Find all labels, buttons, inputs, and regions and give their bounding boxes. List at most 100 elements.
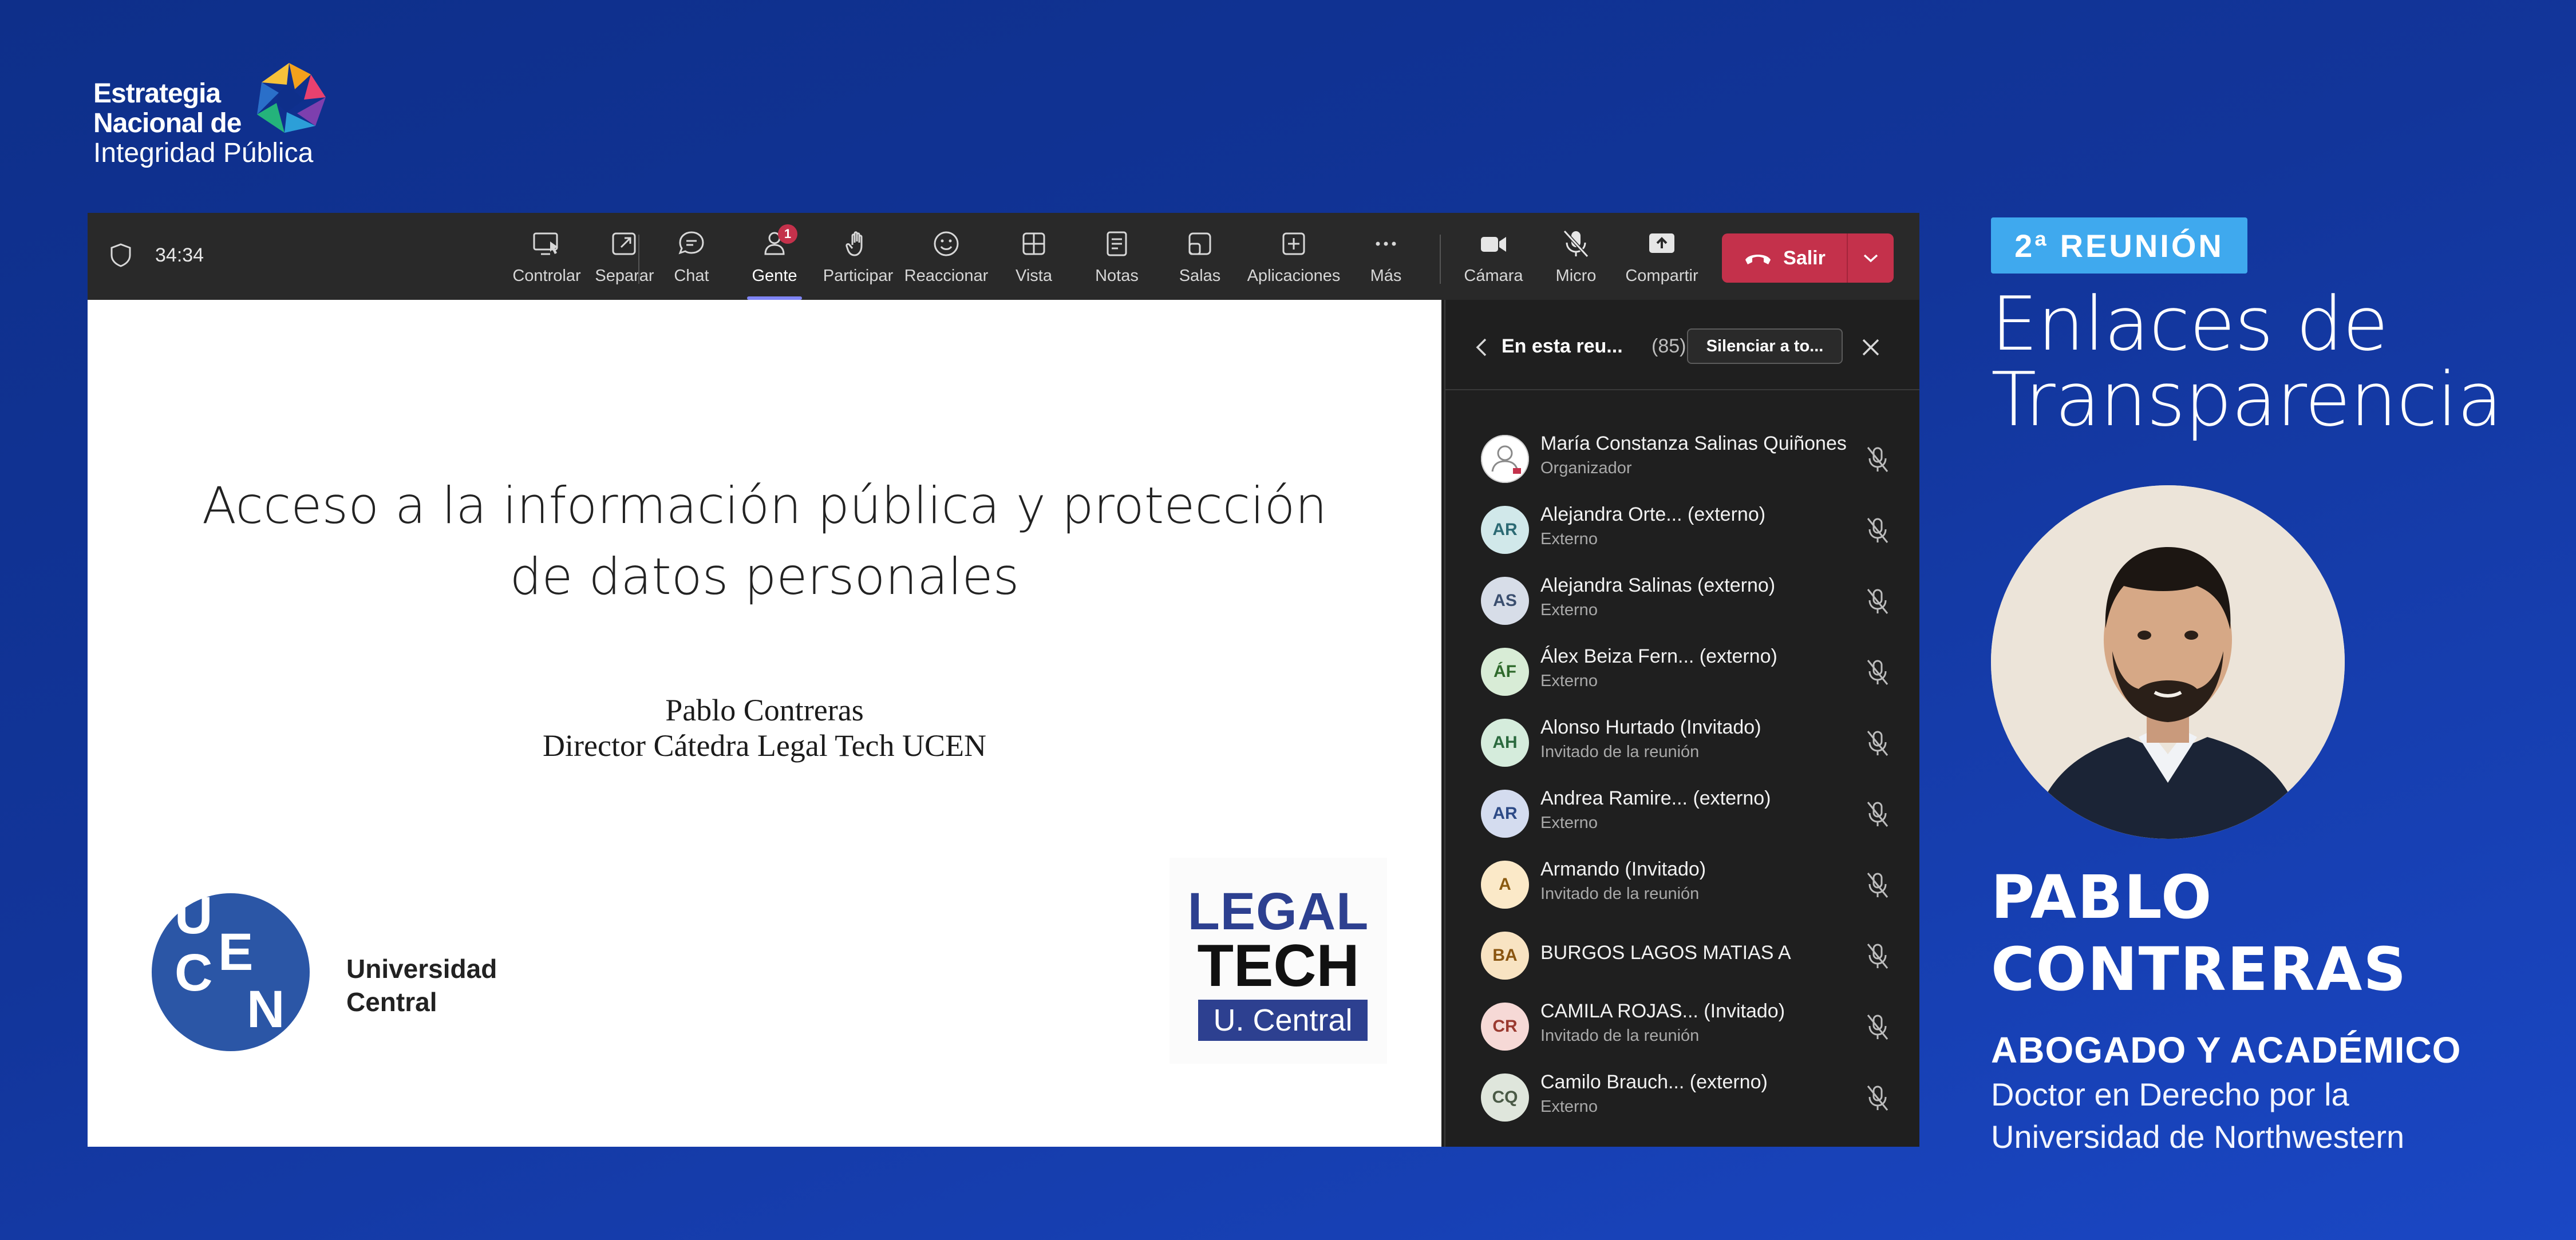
mic-off-icon[interactable] bbox=[1864, 516, 1891, 545]
participants-count: (85) bbox=[1652, 335, 1686, 357]
participant-name: Alonso Hurtado (Invitado) bbox=[1540, 716, 1761, 738]
avatar bbox=[1481, 435, 1529, 483]
mute-all-button[interactable]: Silenciar a to... bbox=[1687, 328, 1843, 364]
participant-row[interactable]: CQ Camilo Brauch... (externo) Externo bbox=[1445, 1065, 1919, 1136]
mic-off-icon[interactable] bbox=[1864, 1084, 1891, 1112]
grid-view-icon bbox=[1022, 232, 1045, 255]
participant-row[interactable]: AH Alonso Hurtado (Invitado) Invitado de l… bbox=[1445, 711, 1919, 782]
default-user-icon bbox=[1481, 435, 1529, 483]
svg-text:E: E bbox=[218, 923, 253, 981]
mic-off-icon[interactable] bbox=[1864, 658, 1891, 687]
participant-row[interactable]: A Armando (Invitado) Invitado de la reunió… bbox=[1445, 853, 1919, 924]
leave-button[interactable]: Salir bbox=[1722, 233, 1894, 283]
mic-off-icon[interactable] bbox=[1864, 871, 1891, 900]
mic-label: Micro bbox=[1555, 267, 1597, 285]
notes-button[interactable]: Notas bbox=[1077, 228, 1157, 291]
mic-button[interactable]: Micro bbox=[1536, 228, 1616, 291]
speaker-photo bbox=[1991, 485, 2345, 839]
participant-name: Camilo Brauch... (externo) bbox=[1540, 1071, 1768, 1093]
participant-role: Externo bbox=[1540, 672, 1598, 690]
ucen-logo: U C E N bbox=[152, 892, 310, 1051]
participant-role: Organizador bbox=[1540, 459, 1632, 477]
rooms-label: Salas bbox=[1179, 267, 1221, 285]
share-button[interactable]: Compartir bbox=[1622, 228, 1702, 291]
share-icon bbox=[1649, 233, 1674, 253]
avatar: AR bbox=[1481, 790, 1529, 838]
participants-panel: En esta reu... (85) Silenciar a to... Ma… bbox=[1444, 300, 1919, 1147]
speaker-description-line-1: Doctor en Derecho por la bbox=[1991, 1076, 2349, 1112]
session-title: Enlaces de Transparencia bbox=[1991, 280, 2503, 443]
participant-name: Alejandra Salinas (externo) bbox=[1540, 575, 1776, 596]
close-icon[interactable] bbox=[1859, 335, 1883, 359]
brand-line-3: Integridad Pública bbox=[93, 138, 314, 168]
participant-row[interactable]: ÁF Álex Beiza Fern... (externo) Externo bbox=[1445, 640, 1919, 711]
camera-button[interactable]: Cámara bbox=[1453, 228, 1534, 291]
participant-row[interactable]: BA BURGOS LAGOS MATIAS A bbox=[1445, 924, 1919, 995]
slide-author-title: Director Cátedra Legal Tech UCEN bbox=[543, 728, 986, 763]
add-apps-icon bbox=[1282, 232, 1305, 255]
leave-main[interactable]: Salir bbox=[1722, 233, 1848, 283]
slide-title: Acceso a la información pública y protec… bbox=[202, 476, 1327, 606]
rooms-button[interactable]: Salas bbox=[1160, 228, 1240, 291]
shield-icon[interactable] bbox=[109, 243, 132, 268]
mic-off-icon[interactable] bbox=[1864, 729, 1891, 758]
meeting-window: 34:34 Controlar Separar Chat 1 Gente Par… bbox=[88, 213, 1919, 1147]
speaker-description-line-2: Universidad de Northwestern bbox=[1991, 1119, 2405, 1155]
legal-tech-line-3: U. Central bbox=[1198, 1000, 1368, 1041]
pop-out-icon bbox=[612, 232, 636, 255]
mic-off-icon[interactable] bbox=[1864, 1013, 1891, 1041]
screen-control-icon bbox=[533, 232, 558, 255]
mic-off-icon[interactable] bbox=[1864, 800, 1891, 829]
participant-row[interactable]: AR Alejandra Orte... (externo) Externo bbox=[1445, 498, 1919, 569]
raise-hand-button[interactable]: Participar bbox=[818, 228, 898, 291]
ucen-name-line-1: Universidad bbox=[346, 954, 497, 984]
avatar: AH bbox=[1481, 719, 1529, 767]
participant-name: Álex Beiza Fern... (externo) bbox=[1540, 645, 1777, 667]
participant-name: Armando (Invitado) bbox=[1540, 858, 1706, 880]
ucen-name: Universidad Central bbox=[346, 952, 497, 1019]
rooms-icon bbox=[1188, 232, 1211, 255]
slide-author: Pablo Contreras bbox=[665, 693, 864, 727]
more-button[interactable]: Más bbox=[1346, 228, 1426, 291]
participant-row[interactable]: AS Alejandra Salinas (externo) Externo bbox=[1445, 569, 1919, 640]
control-button[interactable]: Controlar bbox=[507, 228, 587, 291]
participant-role: Invitado de la reunión bbox=[1540, 885, 1700, 903]
meeting-timer: 34:34 bbox=[155, 244, 204, 266]
raise-hand-icon bbox=[846, 231, 863, 256]
participant-role: Externo bbox=[1540, 814, 1598, 832]
participant-name: CAMILA ROJAS... (Invitado) bbox=[1540, 1000, 1785, 1022]
participant-row[interactable]: María Constanza Salinas Quiñones Organiza… bbox=[1445, 427, 1919, 498]
view-button[interactable]: Vista bbox=[994, 228, 1074, 291]
react-button[interactable]: Reaccionar bbox=[904, 228, 988, 291]
legal-tech-line-2: TECH bbox=[1197, 933, 1360, 999]
meeting-toolbar: 34:34 Controlar Separar Chat 1 Gente Par… bbox=[88, 213, 1919, 300]
participant-row[interactable]: AR Andrea Ramire... (externo) Externo bbox=[1445, 782, 1919, 853]
chevron-down-icon bbox=[1863, 254, 1878, 263]
people-button[interactable]: 1 Gente bbox=[734, 224, 815, 300]
avatar: CR bbox=[1481, 1003, 1529, 1051]
speaker-name-line-1: PABLO bbox=[1991, 862, 2213, 932]
speaker-portrait-illustration bbox=[1991, 485, 2345, 839]
slide-author-block: Pablo Contreras Director Cátedra Legal T… bbox=[88, 692, 1441, 763]
avatar: ÁF bbox=[1481, 648, 1529, 696]
chat-button[interactable]: Chat bbox=[651, 228, 732, 291]
camera-icon bbox=[1481, 237, 1506, 252]
shared-slide: Acceso a la información pública y protec… bbox=[88, 300, 1441, 1147]
raise-hand-label: Participar bbox=[823, 267, 894, 285]
mic-off-icon[interactable] bbox=[1864, 942, 1891, 970]
chevron-left-icon[interactable] bbox=[1473, 337, 1490, 358]
session-title-line-1: Enlaces de bbox=[1991, 280, 2388, 367]
more-icon bbox=[1376, 241, 1396, 246]
avatar: A bbox=[1481, 861, 1529, 909]
toolbar-divider bbox=[638, 235, 639, 284]
mic-off-icon[interactable] bbox=[1864, 445, 1891, 474]
participant-name: Alejandra Orte... (externo) bbox=[1540, 504, 1766, 525]
chat-icon bbox=[678, 231, 704, 255]
mic-off-icon[interactable] bbox=[1864, 587, 1891, 616]
apps-button[interactable]: Aplicaciones bbox=[1247, 228, 1340, 291]
speaker-name-line-2: CONTRERAS bbox=[1991, 934, 2408, 1004]
ucen-name-line-2: Central bbox=[346, 987, 437, 1017]
leave-options-button[interactable] bbox=[1848, 233, 1894, 283]
participant-row[interactable]: CR CAMILA ROJAS... (Invitado) Invitado de … bbox=[1445, 995, 1919, 1065]
session-title-line-2: Transparencia bbox=[1991, 356, 2503, 443]
